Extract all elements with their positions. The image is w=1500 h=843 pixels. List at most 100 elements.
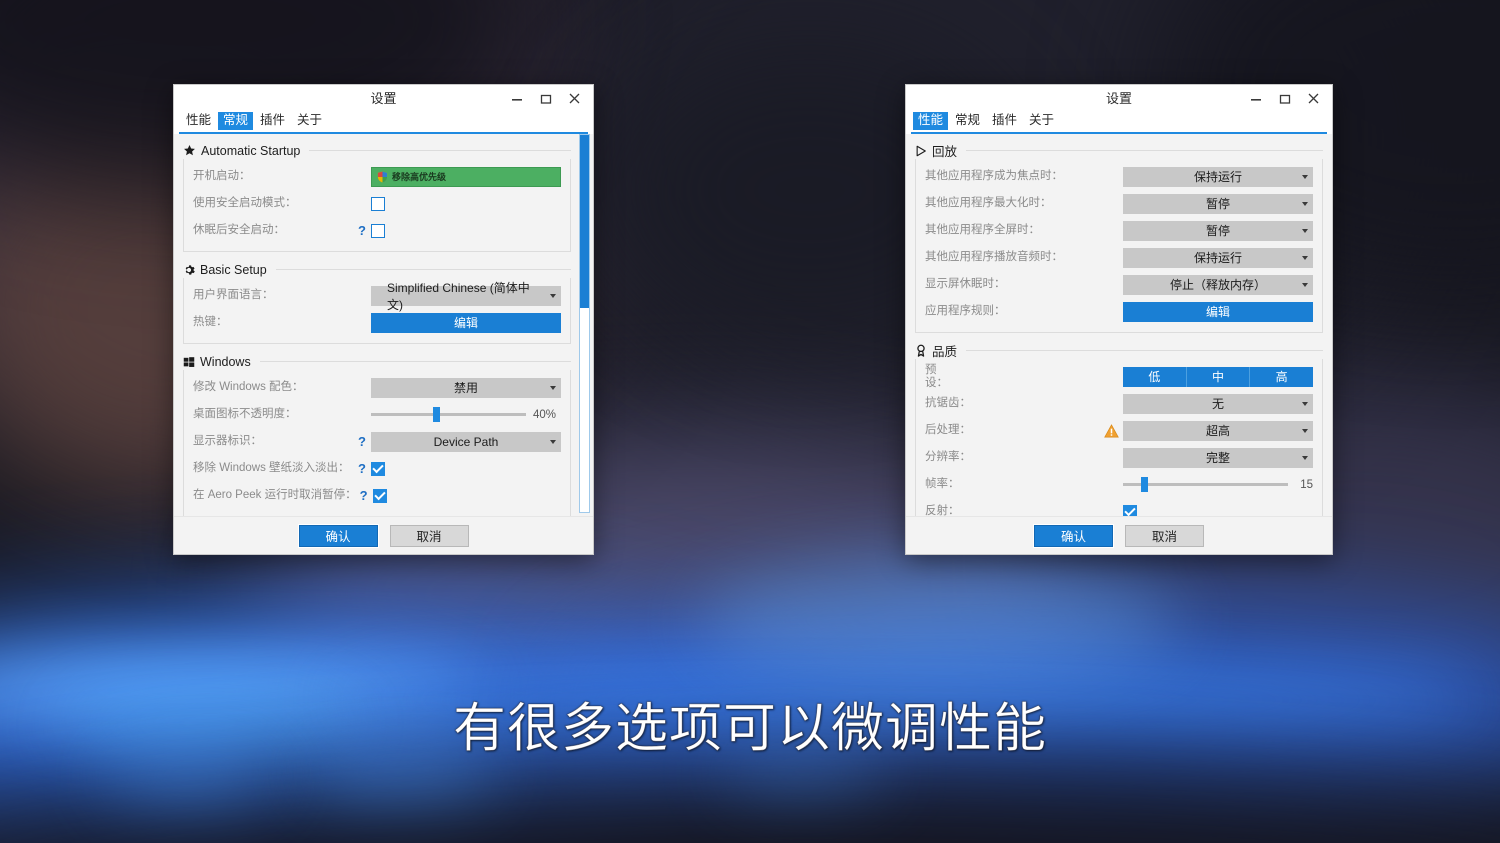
slider-thumb[interactable]	[1141, 477, 1149, 492]
chevron-down-icon	[550, 385, 556, 390]
row-quality-preset: 预 设： 低 中 高	[925, 363, 1314, 390]
framerate-slider[interactable]	[1123, 475, 1288, 495]
group-divider	[966, 150, 1323, 151]
safe-start-after-hibernate-checkbox[interactable]	[371, 223, 385, 238]
settings-content-performance: 回放 其他应用程序成为焦点时： 保持运行 其他应用程序最大化时： 暂停 其他应用…	[906, 134, 1332, 516]
group-playback: 回放 其他应用程序成为焦点时： 保持运行 其他应用程序最大化时： 暂停 其他应用…	[915, 142, 1323, 333]
row-label: 开机启动：	[193, 170, 251, 183]
tab-performance[interactable]: 性能	[181, 112, 216, 130]
reflections-checkbox[interactable]	[1123, 504, 1137, 516]
other-app-focus-value: 保持运行	[1193, 170, 1242, 184]
minimize-icon[interactable]	[1241, 88, 1270, 110]
confirm-button[interactable]: 确认	[1033, 523, 1114, 548]
window-controls	[502, 85, 589, 112]
desktop-icon-opacity-slider[interactable]	[371, 405, 526, 425]
windows-colorization-select[interactable]: 禁用	[371, 377, 561, 398]
window-titlebar[interactable]: 设置	[174, 85, 593, 112]
minimize-icon[interactable]	[502, 88, 531, 110]
tab-plugins[interactable]: 插件	[987, 112, 1022, 130]
other-app-focus-select[interactable]: 保持运行	[1123, 166, 1313, 187]
settings-window-performance[interactable]: 设置 性能 常规 插件 关于 回放 其他应用程序成为焦点时： 保持运行 其他应用…	[905, 84, 1333, 555]
tab-general[interactable]: 常规	[218, 112, 254, 130]
postprocessing-select[interactable]: 超高	[1123, 420, 1313, 441]
row-boot-startup: 开机启动： 移除高优先级	[193, 163, 561, 190]
other-app-audio-select[interactable]: 保持运行	[1123, 247, 1313, 268]
group-title: 回放	[932, 145, 958, 159]
help-icon[interactable]: ?	[357, 488, 371, 503]
row-windows-colorization: 修改 Windows 配色： 禁用	[193, 374, 561, 401]
row-other-app-fullscreen: 其他应用程序全屏时： 暂停	[925, 217, 1313, 244]
tab-bar[interactable]: 性能 常规 插件 关于	[906, 112, 1332, 134]
settings-window-general[interactable]: 设置 性能 常规 插件 关于 Automatic Startup 开机启动： 移…	[173, 84, 594, 555]
cancel-button[interactable]: 取消	[1125, 524, 1204, 547]
tab-about[interactable]: 关于	[292, 112, 327, 130]
row-label: 帧率：	[925, 478, 960, 491]
other-app-maximized-select[interactable]: 暂停	[1123, 193, 1313, 214]
antialiasing-select[interactable]: 无	[1123, 393, 1313, 414]
maximize-icon[interactable]	[1270, 88, 1299, 110]
remove-high-priority-button[interactable]: 移除高优先级	[371, 166, 561, 187]
group-divider	[966, 350, 1323, 351]
chevron-down-icon	[550, 293, 556, 298]
row-label: 桌面图标不透明度：	[193, 408, 297, 421]
unpause-aero-peek-checkbox[interactable]	[372, 488, 387, 503]
tab-bar[interactable]: 性能 常规 插件 关于	[174, 112, 593, 134]
row-remove-wallpaper-fade: 移除 Windows 壁纸淡入淡出： ?	[193, 455, 561, 482]
row-safe-start-mode: 使用安全启动模式：	[193, 190, 561, 217]
hotkeys-edit-button[interactable]: 编辑	[371, 312, 561, 333]
row-label: 显示屏休眠时：	[925, 278, 1006, 291]
remove-wallpaper-fade-checkbox[interactable]	[371, 461, 385, 476]
vertical-scrollbar[interactable]	[579, 134, 590, 513]
bg-glow	[700, 560, 1180, 680]
windows-icon	[183, 356, 195, 368]
safe-start-mode-checkbox[interactable]	[371, 196, 385, 211]
chevron-down-icon	[1302, 228, 1308, 233]
row-reflections: 反射：	[925, 498, 1313, 516]
row-app-rules: 应用程序规则： 编辑	[925, 298, 1313, 325]
monitor-identification-value: Device Path	[433, 434, 499, 449]
group-title: 品质	[932, 345, 958, 359]
ui-language-select[interactable]: Simplified Chinese (简体中文)	[371, 281, 561, 312]
tab-about[interactable]: 关于	[1024, 112, 1059, 130]
close-icon[interactable]	[1299, 88, 1328, 110]
row-label: 用户界面语言：	[193, 289, 274, 302]
gear-icon	[183, 264, 195, 276]
group-header: 回放	[915, 142, 1323, 159]
warning-icon	[1104, 423, 1119, 438]
quality-preset-high[interactable]: 高	[1250, 366, 1314, 387]
other-app-fullscreen-select[interactable]: 暂停	[1123, 220, 1313, 241]
window-titlebar[interactable]: 设置	[906, 85, 1332, 112]
app-rules-edit-button[interactable]: 编辑	[1123, 301, 1313, 322]
row-antialiasing: 抗锯齿： 无	[925, 390, 1313, 417]
display-sleep-select[interactable]: 停止（释放内存）	[1123, 274, 1313, 295]
desktop-icon-opacity-value: 40%	[532, 408, 556, 421]
scrollbar-thumb[interactable]	[580, 135, 589, 309]
row-label: 其他应用程序最大化时：	[925, 197, 1052, 210]
cancel-button[interactable]: 取消	[389, 524, 469, 547]
quality-preset-low[interactable]: 低	[1123, 366, 1187, 387]
row-other-app-focus: 其他应用程序成为焦点时： 保持运行	[925, 163, 1313, 190]
quality-preset-medium[interactable]: 中	[1186, 366, 1251, 387]
slider-thumb[interactable]	[433, 407, 440, 422]
row-label: 抗锯齿：	[925, 397, 971, 410]
tab-general[interactable]: 常规	[950, 112, 985, 130]
app-rules-edit-label: 编辑	[1205, 305, 1230, 319]
quality-preset-segmented[interactable]: 低 中 高	[1123, 366, 1314, 387]
tab-plugins[interactable]: 插件	[255, 112, 290, 130]
row-desktop-icon-opacity: 桌面图标不透明度： 40%	[193, 401, 561, 428]
settings-content-general: Automatic Startup 开机启动： 移除高优先级 使用安全启动模式：…	[174, 134, 593, 516]
confirm-button[interactable]: 确认	[297, 523, 379, 548]
row-unpause-aero-peek: 在 Aero Peek 运行时取消暂停： ?	[193, 482, 561, 509]
monitor-identification-select[interactable]: Device Path	[371, 431, 561, 452]
help-icon[interactable]: ?	[355, 461, 369, 476]
row-resolution: 分辨率： 完整	[925, 444, 1313, 471]
help-icon[interactable]: ?	[355, 434, 369, 449]
resolution-select[interactable]: 完整	[1123, 447, 1313, 468]
group-basic-setup: Basic Setup 用户界面语言： Simplified Chinese (…	[183, 261, 571, 344]
chevron-down-icon	[1302, 201, 1308, 206]
group-body: 修改 Windows 配色： 禁用 桌面图标不透明度： 40% 显示器标识： ?…	[183, 370, 571, 516]
maximize-icon[interactable]	[531, 88, 560, 110]
tab-performance[interactable]: 性能	[913, 112, 949, 130]
help-icon[interactable]: ?	[355, 223, 369, 238]
close-icon[interactable]	[560, 88, 589, 110]
